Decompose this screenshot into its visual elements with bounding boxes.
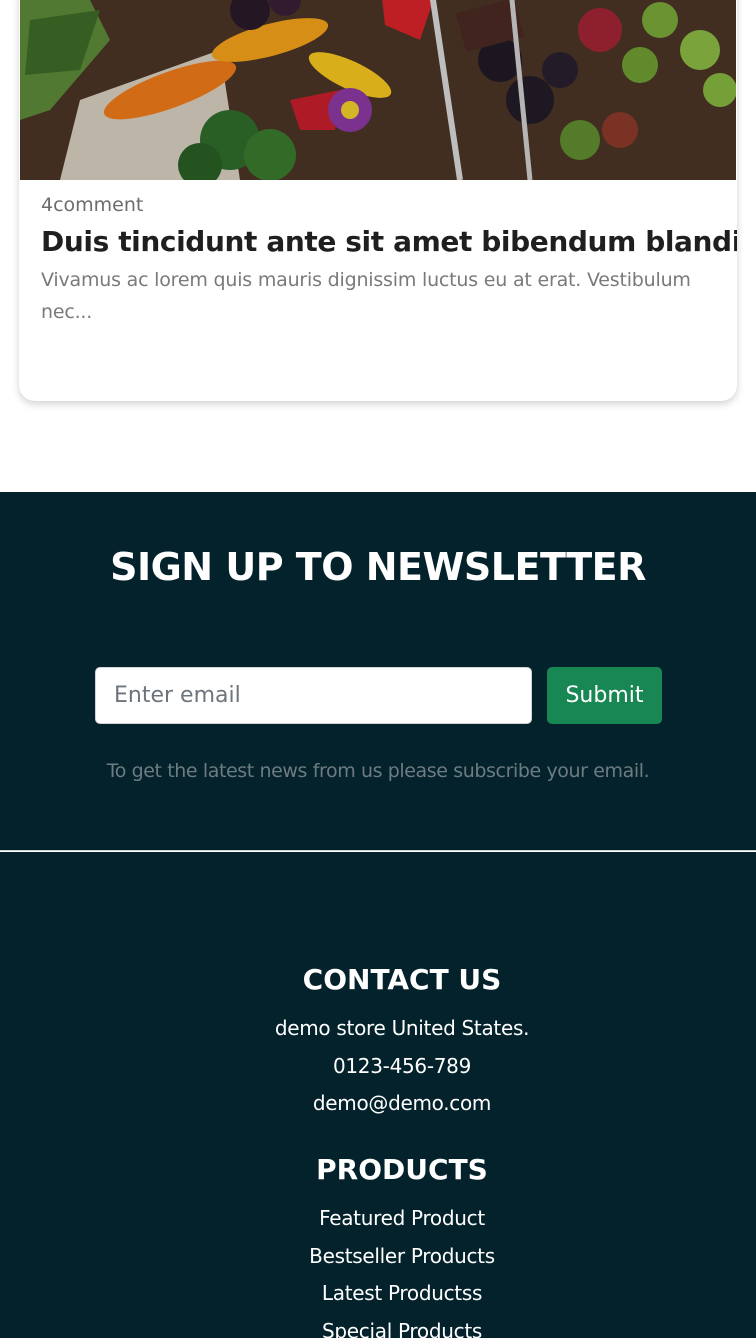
footer: CONTACT US demo store United States. 012… <box>0 852 756 1338</box>
newsletter-section: SIGN UP TO NEWSLETTER Submit To get the … <box>0 492 756 851</box>
footer-link-bestseller[interactable]: Bestseller Products <box>0 1238 756 1276</box>
footer-link-featured[interactable]: Featured Product <box>0 1200 756 1238</box>
email-input[interactable] <box>95 667 532 724</box>
page: 4comment Duis tincidunt ante sit amet bi… <box>0 0 756 1338</box>
food-photo-image <box>20 0 736 180</box>
contact-address: demo store United States. <box>274 1016 530 1040</box>
post-title[interactable]: Duis tincidunt ante sit amet bibendum bl… <box>41 224 737 260</box>
products-heading: PRODUCTS <box>316 1153 488 1186</box>
contact-email[interactable]: demo@demo.com <box>0 1085 756 1123</box>
newsletter-note: To get the latest news from us please su… <box>106 760 650 782</box>
post-excerpt: Vivamus ac lorem quis mauris dignissim l… <box>41 269 691 323</box>
contact-phone[interactable]: 0123-456-789 <box>0 1048 756 1086</box>
footer-link-special[interactable]: Special Products <box>0 1313 756 1338</box>
footer-link-latest[interactable]: Latest Productss <box>0 1275 756 1313</box>
submit-button[interactable]: Submit <box>547 667 662 724</box>
blog-image[interactable] <box>20 0 736 180</box>
contact-heading: CONTACT US <box>302 963 502 996</box>
blog-card[interactable]: 4comment Duis tincidunt ante sit amet bi… <box>19 0 737 401</box>
comment-count[interactable]: 4comment <box>41 190 715 220</box>
blog-card-body: 4comment Duis tincidunt ante sit amet bi… <box>41 190 737 328</box>
products-section: PRODUCTS Featured Product Bestseller Pro… <box>0 1152 756 1338</box>
newsletter-title: SIGN UP TO NEWSLETTER <box>110 545 646 589</box>
contact-section: CONTACT US demo store United States. 012… <box>0 962 756 1123</box>
